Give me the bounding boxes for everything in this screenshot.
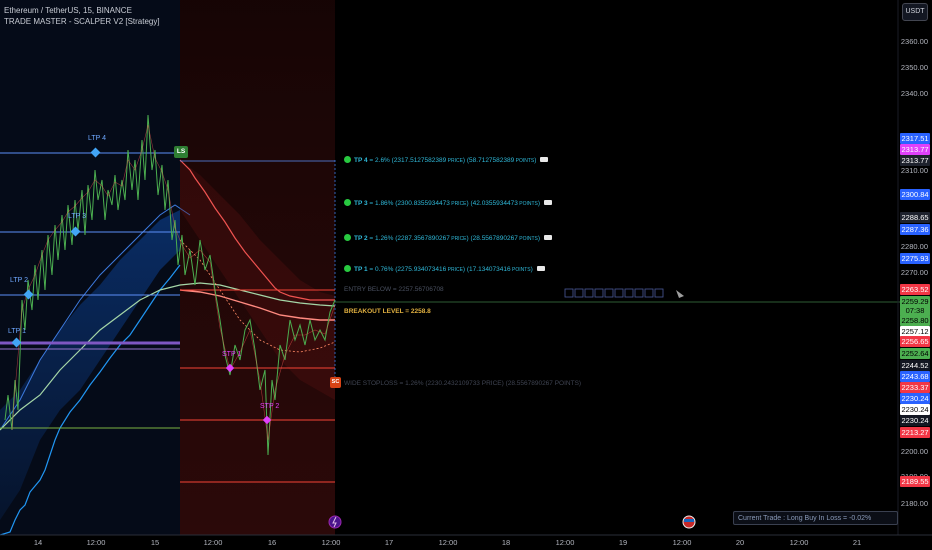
time-axis-label: 17 <box>384 538 394 547</box>
stp1-label: STP 1 <box>222 351 242 358</box>
price-tag: 2300.84 <box>900 189 930 200</box>
price-tag: 2189.55 <box>900 476 930 487</box>
time-axis-label: 15 <box>150 538 160 547</box>
time-axis-label: 14 <box>33 538 43 547</box>
price-tag: 2230.24 <box>900 393 930 404</box>
comment-icon <box>540 157 549 162</box>
time-axis-label: 12:00 <box>86 538 106 547</box>
price-tag: 2263.52 <box>900 284 930 295</box>
price-tag: 2258.80 <box>900 315 930 326</box>
price-tag: 2233.37 <box>900 382 930 393</box>
symbol-title[interactable]: Ethereum / TetherUS, 15, BINANCE <box>4 6 132 15</box>
price-axis-label: 2180.00 <box>900 499 928 508</box>
currency-button[interactable]: USDT <box>902 3 928 21</box>
ltp4-label: LTP 4 <box>88 135 107 142</box>
green-dot-icon <box>344 156 351 163</box>
tp3-label: TP 3 = 1.86% (2300.8355934473 PRICE) (42… <box>344 199 553 207</box>
breakout-level-label: BREAKOUT LEVEL = 2258.8 <box>344 308 431 315</box>
price-tag: 2317.51 <box>900 133 930 144</box>
price-axis-label: 2360.00 <box>900 37 928 46</box>
time-axis-label: 12:00 <box>203 538 223 547</box>
ltp1-label: LTP 1 <box>8 328 27 335</box>
comment-icon <box>544 200 553 205</box>
sc-signal-badge: SC <box>330 377 341 388</box>
comment-icon <box>536 266 545 271</box>
stp2-label: STP 2 <box>260 403 280 410</box>
tp4-label: TP 4 = 2.6% (2317.5127582389 PRICE) (58.… <box>344 156 549 164</box>
green-dot-icon <box>344 199 351 206</box>
current-trade-status[interactable]: Current Trade : Long Buy In Loss = -0.02… <box>733 511 898 525</box>
price-tag: 2287.36 <box>900 224 930 235</box>
time-axis-label: 12:00 <box>321 538 341 547</box>
price-axis-label: 2310.00 <box>900 166 928 175</box>
price-chart[interactable] <box>0 0 932 550</box>
price-tag: 2230.24 <box>900 415 930 426</box>
price-axis-label: 2280.00 <box>900 242 928 251</box>
price-axis-label: 2270.00 <box>900 268 928 277</box>
price-tag: 2275.93 <box>900 253 930 264</box>
time-axis-label: 12:00 <box>789 538 809 547</box>
price-axis-label: 2200.00 <box>900 447 928 456</box>
strategy-title[interactable]: TRADE MASTER - SCALPER V2 [Strategy] <box>4 17 160 26</box>
time-axis-label: 20 <box>735 538 745 547</box>
ls-signal-badge: LS <box>174 146 188 158</box>
tp1-label: TP 1 = 0.76% (2275.934073416 PRICE) (17.… <box>344 265 545 273</box>
price-axis-label: 2350.00 <box>900 63 928 72</box>
wide-stoploss-label: WIDE STOPLOSS = 1.26% (2230.2432109733 P… <box>344 380 582 387</box>
price-tag: 2313.77 <box>900 155 930 166</box>
time-axis-label: 16 <box>267 538 277 547</box>
price-tag: 2256.65 <box>900 336 930 347</box>
price-tag: 2244.52 <box>900 360 930 371</box>
ltp3-label: LTP 3 <box>68 213 87 220</box>
price-tag: 2288.65 <box>900 212 930 223</box>
price-axis-label: 2340.00 <box>900 89 928 98</box>
time-axis-label: 18 <box>501 538 511 547</box>
time-axis-label: 12:00 <box>555 538 575 547</box>
green-dot-icon <box>344 265 351 272</box>
price-tag: 2313.77 <box>900 144 930 155</box>
price-tag: 2213.27 <box>900 427 930 438</box>
tp2-label: TP 2 = 1.26% (2287.3567890267 PRICE) (28… <box>344 234 553 242</box>
price-tag: 2252.64 <box>900 348 930 359</box>
rocket-icon <box>676 290 684 298</box>
time-axis-label: 12:00 <box>672 538 692 547</box>
price-tag: 2230.24 <box>900 404 930 415</box>
time-axis-label: 12:00 <box>438 538 458 547</box>
comment-icon <box>544 235 553 240</box>
time-axis-label: 21 <box>852 538 862 547</box>
ltp2-label: LTP 2 <box>10 277 29 284</box>
lightning-icon <box>328 515 342 529</box>
price-tag: 2243.68 <box>900 371 930 382</box>
entry-below-label: ENTRY BELOW = 2257.56706708 <box>344 286 444 293</box>
green-dot-icon <box>344 234 351 241</box>
progress-boxes <box>564 288 664 298</box>
time-axis-label: 19 <box>618 538 628 547</box>
